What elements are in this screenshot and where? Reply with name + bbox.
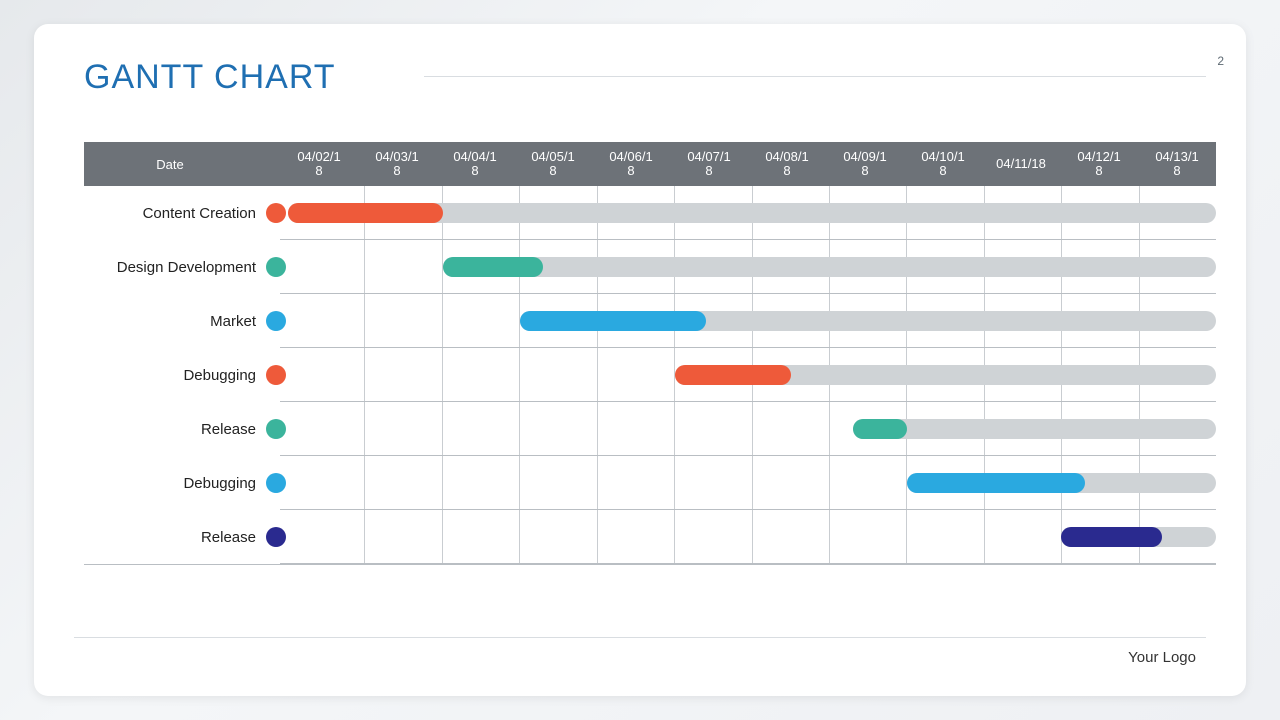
task-dot-icon [264,473,288,493]
header-date-label: Date [84,142,256,186]
gantt-row-0: Content Creation [84,186,1216,240]
date-col-8: 04/10/1 8 [904,142,982,186]
task-track [288,348,1216,402]
task-label: Market [84,313,264,330]
date-col-6: 04/08/1 8 [748,142,826,186]
gantt-header: Date 04/02/1 804/03/1 804/04/1 804/05/1 … [84,142,1216,186]
task-bar [288,203,443,223]
task-label: Design Development [84,259,264,276]
gantt-row-1: Design Development [84,240,1216,294]
task-dot-icon [264,311,288,331]
date-col-0: 04/02/1 8 [280,142,358,186]
logo-text: Your Logo [1128,649,1196,666]
page-number: 2 [1217,54,1224,68]
task-track [288,240,1216,294]
date-col-5: 04/07/1 8 [670,142,748,186]
task-track [288,186,1216,240]
task-bar [520,311,706,331]
date-col-11: 04/13/1 8 [1138,142,1216,186]
gantt-row-6: Release [84,510,1216,564]
gantt-chart: Date 04/02/1 804/03/1 804/04/1 804/05/1 … [84,142,1216,565]
date-col-3: 04/05/1 8 [514,142,592,186]
task-bar-bg [853,419,1216,439]
task-bar [443,257,544,277]
task-track [288,456,1216,510]
task-label: Release [84,529,264,546]
task-dot-icon [264,419,288,439]
task-label: Content Creation [84,205,264,222]
footer-divider [74,637,1206,638]
date-col-4: 04/06/1 8 [592,142,670,186]
task-bar [1061,527,1162,547]
gantt-row-3: Debugging [84,348,1216,402]
task-track [288,402,1216,456]
slide-card: GANTT CHART 2 Date 04/02/1 804/03/1 804/… [34,24,1246,696]
date-col-9: 04/11/18 [982,142,1060,186]
row-divider [280,563,1216,564]
task-bar-bg [443,257,1216,277]
task-track [288,510,1216,564]
task-bar [675,365,791,385]
task-label: Debugging [84,475,264,492]
date-col-10: 04/12/1 8 [1060,142,1138,186]
task-dot-icon [264,257,288,277]
task-label: Release [84,421,264,438]
date-col-2: 04/04/1 8 [436,142,514,186]
task-dot-icon [264,203,288,223]
task-bar [907,473,1085,493]
task-dot-icon [264,527,288,547]
gantt-row-5: Debugging [84,456,1216,510]
task-dot-icon [264,365,288,385]
page-title: GANTT CHART [84,58,336,97]
date-col-7: 04/09/1 8 [826,142,904,186]
task-bar [853,419,907,439]
date-col-1: 04/03/1 8 [358,142,436,186]
gantt-row-2: Market [84,294,1216,348]
gantt-row-4: Release [84,402,1216,456]
chart-bottom-rule [84,564,1216,565]
task-track [288,294,1216,348]
title-divider [424,76,1206,77]
task-label: Debugging [84,367,264,384]
